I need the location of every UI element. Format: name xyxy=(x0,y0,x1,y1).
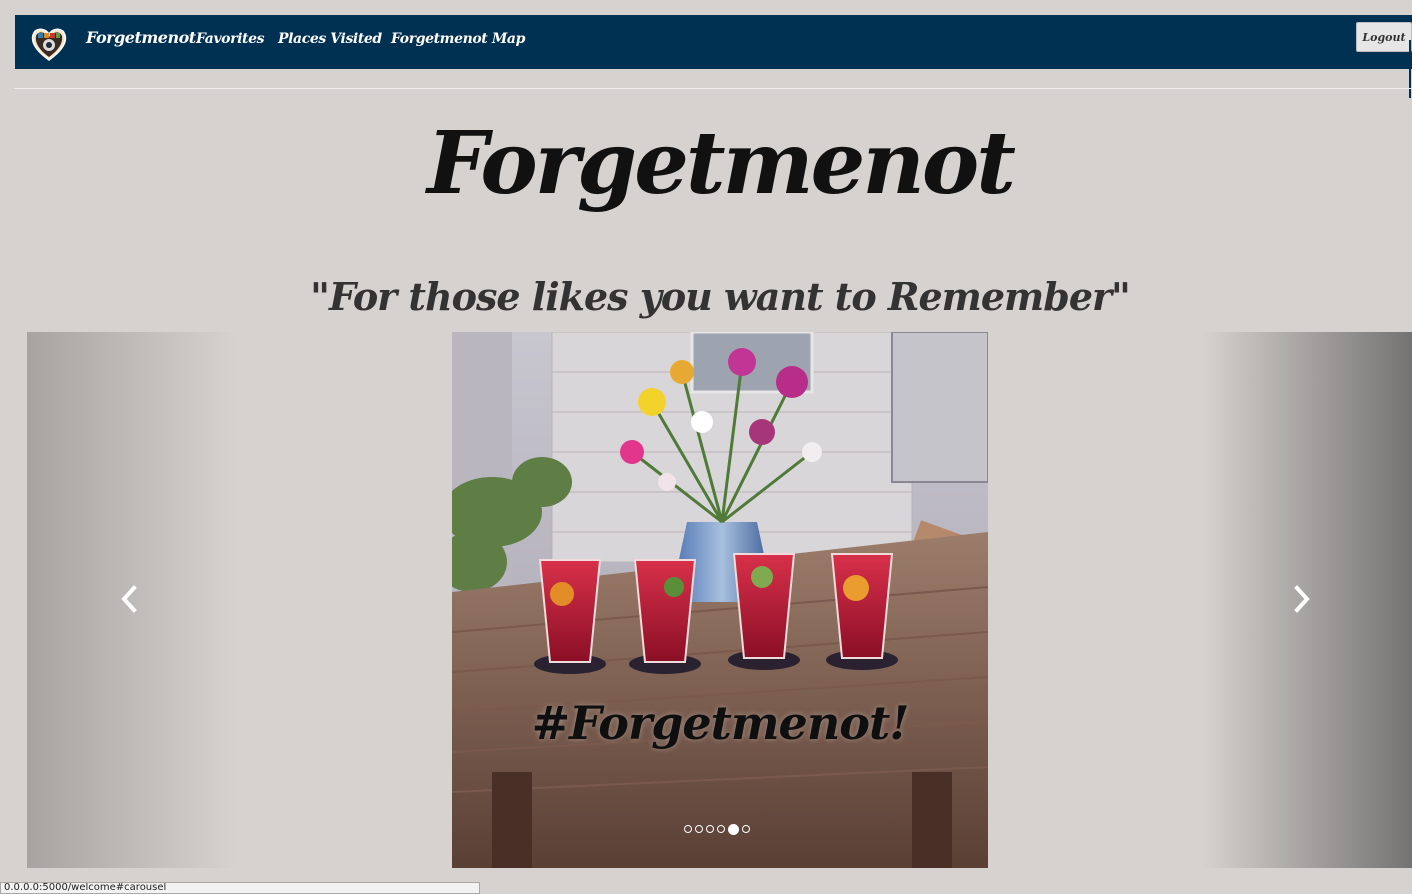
carousel-indicator-6[interactable] xyxy=(742,825,750,833)
carousel-indicator-4[interactable] xyxy=(717,825,725,833)
hero-title: Forgetmenot xyxy=(427,113,1016,214)
chevron-left-icon xyxy=(121,585,137,613)
carousel-indicator-3[interactable] xyxy=(706,825,714,833)
drinks-on-table-photo xyxy=(452,332,988,868)
carousel-indicator-5[interactable] xyxy=(728,824,739,835)
scrollbar-edge xyxy=(1409,40,1411,98)
header-divider xyxy=(14,88,1412,89)
brand-name[interactable]: Forgetmenot xyxy=(86,28,196,47)
carousel-next-control[interactable] xyxy=(1202,332,1412,868)
slide-caption: #Forgetmenot! xyxy=(531,696,910,750)
carousel-prev-control[interactable] xyxy=(27,332,237,868)
heart-logo-icon[interactable] xyxy=(29,24,69,64)
image-carousel: #Forgetmenot! xyxy=(27,332,1412,868)
logout-button[interactable]: Logout xyxy=(1356,22,1412,52)
nav-link-favorites[interactable]: Favorites xyxy=(196,31,264,47)
top-navbar: Forgetmenot Favorites Places Visited For… xyxy=(15,15,1412,69)
carousel-indicator-1[interactable] xyxy=(684,825,692,833)
nav-link-forgetmenot-map[interactable]: Forgetmenot Map xyxy=(391,31,525,47)
carousel-indicators xyxy=(684,824,750,835)
hero-tagline: "For those likes you want to Remember" xyxy=(310,274,1131,319)
carousel-slide-image: #Forgetmenot! xyxy=(452,332,988,868)
nav-link-places-visited[interactable]: Places Visited xyxy=(278,31,382,47)
carousel-indicator-2[interactable] xyxy=(695,825,703,833)
browser-status-bar: 0.0.0.0:5000/welcome#carousel xyxy=(0,882,480,894)
chevron-right-icon xyxy=(1294,585,1310,613)
